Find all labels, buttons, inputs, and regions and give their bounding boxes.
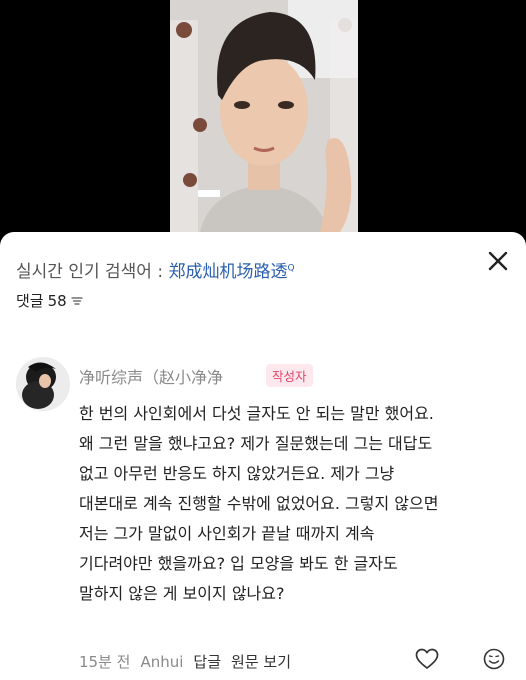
comment-line: 한 번의 사인회에서 다섯 글자도 안 되는 말만 했어요. <box>79 404 434 423</box>
reply-button[interactable]: 답글 <box>193 653 221 671</box>
trending-prefix: 실시간 인기 검색어 : <box>16 262 169 282</box>
sort-icon[interactable] <box>71 296 83 306</box>
trending-search[interactable]: 실시간 인기 검색어 : 郑成灿机场路透Q <box>16 257 295 282</box>
emoji-icon[interactable] <box>483 648 505 670</box>
comment-time: 15분 전 <box>79 653 131 671</box>
view-original-button[interactable]: 원문 보기 <box>231 653 291 671</box>
video-frame <box>170 0 358 232</box>
close-icon[interactable] <box>484 247 512 275</box>
comment-author[interactable]: 净听综声（赵小净净 <box>79 364 223 388</box>
comment-line: 왜 그런 말을 했냐고요? 제가 질문했는데 그는 대답도 <box>79 434 433 453</box>
comment-line: 없고 아무런 반응도 하지 않았거든요. 제가 그냥 <box>79 464 395 483</box>
trending-marker: Q <box>287 263 295 274</box>
trending-keyword[interactable]: 郑成灿机场路透 <box>168 262 287 282</box>
video-player[interactable] <box>0 0 526 232</box>
comment-line: 대본대로 계속 진행할 수밖에 없었어요. 그렇지 않으면 <box>79 494 439 513</box>
video-frame-image <box>170 0 358 232</box>
comment-count-label: 댓글 <box>16 292 44 310</box>
comment-body: 한 번의 사인회에서 다섯 글자도 안 되는 말만 했어요. 왜 그런 말을 했… <box>79 399 519 609</box>
comment-location: Anhui <box>140 653 184 671</box>
comment-line: 저는 그가 말없이 사인회가 끝날 때까지 계속 <box>79 524 375 543</box>
heart-icon[interactable] <box>415 648 439 670</box>
comment-meta: 15분 전 Anhui 답글 원문 보기 <box>79 651 301 672</box>
author-badge: 작성자 <box>266 364 313 387</box>
comment-count[interactable]: 댓글 58 <box>16 290 83 311</box>
comment-line: 기다려야만 했을까요? 입 모양을 봐도 한 글자도 <box>79 554 398 573</box>
comment-line: 말하지 않은 게 보이지 않나요? <box>79 584 285 603</box>
comment-count-value: 58 <box>47 291 67 310</box>
avatar[interactable] <box>16 357 70 411</box>
